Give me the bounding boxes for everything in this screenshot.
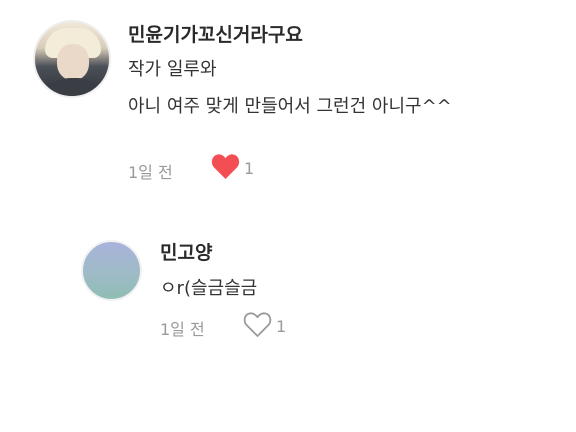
heart-outline-icon bbox=[243, 311, 272, 342]
avatar-face bbox=[57, 44, 89, 80]
heart-filled-icon bbox=[211, 153, 240, 184]
reply-like-count: 1 bbox=[276, 317, 287, 336]
reply-text: ㅇr(슬금슬금 bbox=[160, 278, 258, 299]
comment-like-count: 1 bbox=[244, 159, 255, 178]
comment-text-line-2: 아니 여주 맞게 만들어서 그런건 아니구^^ bbox=[128, 96, 452, 117]
reply-avatar[interactable] bbox=[81, 240, 142, 301]
avatar[interactable] bbox=[33, 20, 111, 98]
avatar-body bbox=[41, 78, 107, 96]
comment-text-line-1: 작가 일루와 bbox=[128, 59, 217, 80]
comment-like-button[interactable]: 1 bbox=[211, 153, 254, 184]
comment-username[interactable]: 민윤기가꼬신거라구요 bbox=[128, 20, 303, 47]
reply-like-button[interactable]: 1 bbox=[243, 311, 286, 342]
comment-timestamp: 1일 전 bbox=[128, 163, 173, 182]
reply-timestamp: 1일 전 bbox=[160, 320, 205, 339]
comment-thread: 민윤기가꼬신거라구요 작가 일루와 아니 여주 맞게 만들어서 그런건 아니구^… bbox=[0, 0, 576, 432]
reply-username[interactable]: 민고양 bbox=[160, 238, 212, 265]
